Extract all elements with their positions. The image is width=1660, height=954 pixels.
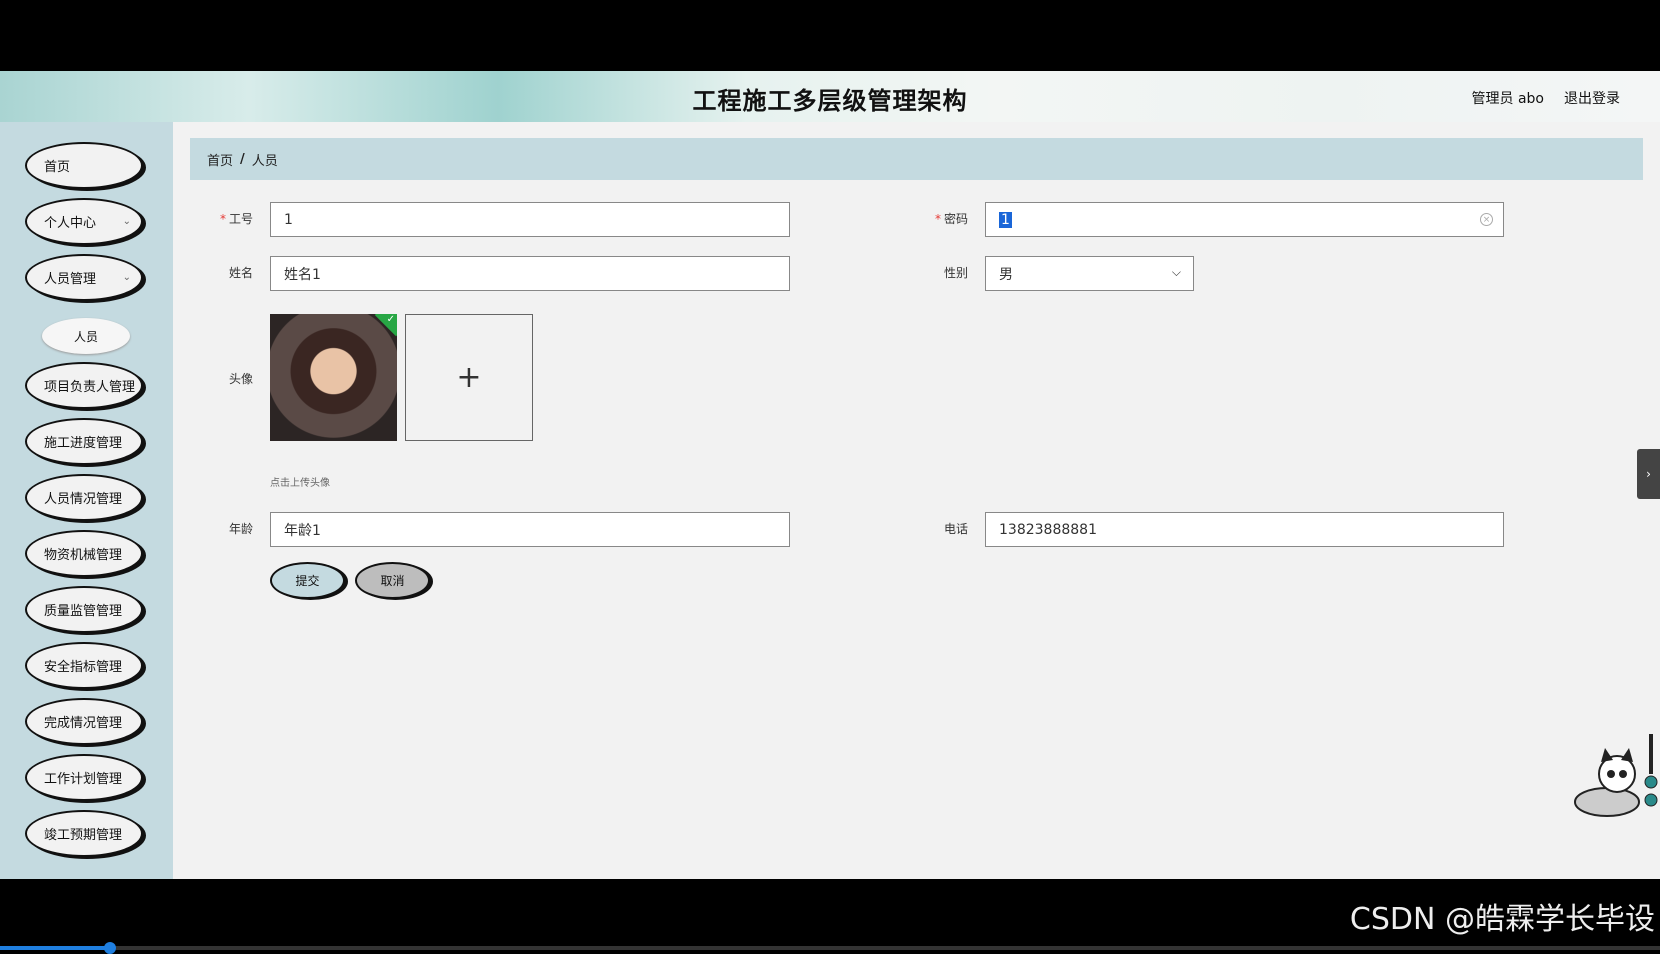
- age-label: 年龄: [228, 522, 253, 536]
- password-label: * 密码: [908, 210, 968, 227]
- gender-select[interactable]: 男 ⌵: [985, 256, 1194, 291]
- sidebar-item-label: 施工进度管理: [44, 436, 123, 451]
- submit-button[interactable]: 提交: [270, 562, 345, 599]
- breadcrumb-home[interactable]: 首页: [207, 150, 233, 169]
- id-label: * 工号: [193, 210, 253, 227]
- required-mark: *: [219, 212, 226, 226]
- sidebar-item-label: 竣工预期管理: [44, 828, 123, 843]
- phone-label: 电话: [943, 522, 968, 536]
- upload-hint: 点击上传头像: [270, 478, 330, 489]
- csdn-watermark: CSDN @皓霖学长毕设: [1349, 902, 1655, 937]
- clear-icon[interactable]: ×: [1480, 213, 1493, 226]
- gender-selected-value: 男: [999, 266, 1013, 283]
- age-field[interactable]: 年龄1: [270, 512, 790, 547]
- logout-link[interactable]: 退出登录: [1564, 88, 1620, 108]
- header-user-area: 管理员 abo 退出登录: [1472, 88, 1620, 108]
- sidebar-item-staff-management[interactable]: 人员管理 ⌄: [25, 254, 143, 301]
- id-label-text: 工号: [228, 212, 253, 226]
- sidebar-item-label: 工作计划管理: [44, 772, 123, 787]
- avatar-label: 头像: [228, 372, 253, 386]
- password-field[interactable]: 1 ×: [985, 202, 1504, 237]
- name-field[interactable]: 姓名1: [270, 256, 790, 291]
- sidebar-item-label: 安全指标管理: [44, 660, 123, 675]
- sidebar-item-expected-completion[interactable]: 竣工预期管理: [25, 810, 143, 857]
- sidebar-item-profile[interactable]: 个人中心 ⌄: [25, 198, 143, 245]
- sidebar-item-label: 个人中心: [44, 216, 97, 231]
- current-user[interactable]: 管理员 abo: [1472, 88, 1544, 108]
- sidebar-item-quality[interactable]: 质量监管管理: [25, 586, 143, 633]
- sidebar-item-label: 完成情况管理: [44, 716, 123, 731]
- app-title: 工程施工多层级管理架构: [692, 87, 968, 115]
- sidebar-item-label: 物资机械管理: [44, 548, 123, 563]
- app-window: 工程施工多层级管理架构 管理员 abo 退出登录 首页 个人中心 ⌄ 人员管理 ⌄ …: [0, 71, 1660, 879]
- main-content: 首页 / 人员 * 工号 1 * 密码 1 × 姓名 姓名1 性别 男 ⌵ 头像 ✓…: [173, 122, 1660, 879]
- video-progress-fill: [0, 946, 110, 950]
- sidebar-item-label: 首页: [44, 160, 71, 175]
- id-field[interactable]: 1: [270, 202, 790, 237]
- breadcrumb-separator: /: [240, 151, 245, 167]
- chevron-down-icon: ⌵: [1171, 265, 1181, 279]
- sidebar-item-staff-status[interactable]: 人员情况管理: [25, 474, 143, 521]
- plus-icon: +: [456, 360, 482, 395]
- password-label-text: 密码: [943, 212, 968, 226]
- upload-button[interactable]: +: [405, 314, 533, 441]
- chevron-down-icon: ⌄: [122, 272, 131, 283]
- chevron-down-icon: ⌄: [122, 216, 131, 227]
- check-icon: ✓: [386, 314, 395, 325]
- phone-field[interactable]: 13823888881: [985, 512, 1504, 547]
- sidebar-item-home[interactable]: 首页: [25, 142, 143, 189]
- sidebar-item-label: 质量监管管理: [44, 604, 123, 619]
- name-label: 姓名: [228, 266, 253, 280]
- sidebar-item-materials[interactable]: 物资机械管理: [25, 530, 143, 577]
- side-panel-toggle[interactable]: ›: [1637, 449, 1660, 499]
- sidebar: 首页 个人中心 ⌄ 人员管理 ⌄ 人员 项目负责人管理 施工进度管理 人员情况管理 …: [0, 122, 173, 879]
- top-letterbox: [0, 0, 1660, 71]
- sidebar-item-label: 项目负责人管理: [44, 380, 136, 395]
- breadcrumb-current: 人员: [251, 153, 278, 169]
- video-progress-bar[interactable]: [0, 942, 1660, 954]
- mascot-cat-icon: [1574, 734, 1658, 817]
- cancel-button[interactable]: 取消: [355, 562, 430, 599]
- avatar-image[interactable]: ✓: [270, 314, 397, 441]
- gender-label: 性别: [943, 266, 968, 280]
- password-selected-text: 1: [999, 211, 1012, 228]
- sidebar-item-work-plan[interactable]: 工作计划管理: [25, 754, 143, 801]
- sidebar-subitem-staff[interactable]: 人员: [42, 318, 130, 354]
- breadcrumb: 首页 / 人员: [190, 138, 1643, 180]
- sidebar-item-completion[interactable]: 完成情况管理: [25, 698, 143, 745]
- sidebar-item-label: 人员情况管理: [44, 492, 123, 507]
- required-mark: *: [934, 212, 941, 226]
- sidebar-item-progress[interactable]: 施工进度管理: [25, 418, 143, 465]
- sidebar-item-label: 人员管理: [44, 272, 97, 287]
- header: 工程施工多层级管理架构 管理员 abo 退出登录: [0, 71, 1660, 122]
- sidebar-item-project-leader[interactable]: 项目负责人管理: [25, 362, 143, 409]
- sidebar-item-safety[interactable]: 安全指标管理: [25, 642, 143, 689]
- chevron-right-icon: ›: [1646, 467, 1651, 481]
- video-progress-knob[interactable]: [103, 942, 116, 954]
